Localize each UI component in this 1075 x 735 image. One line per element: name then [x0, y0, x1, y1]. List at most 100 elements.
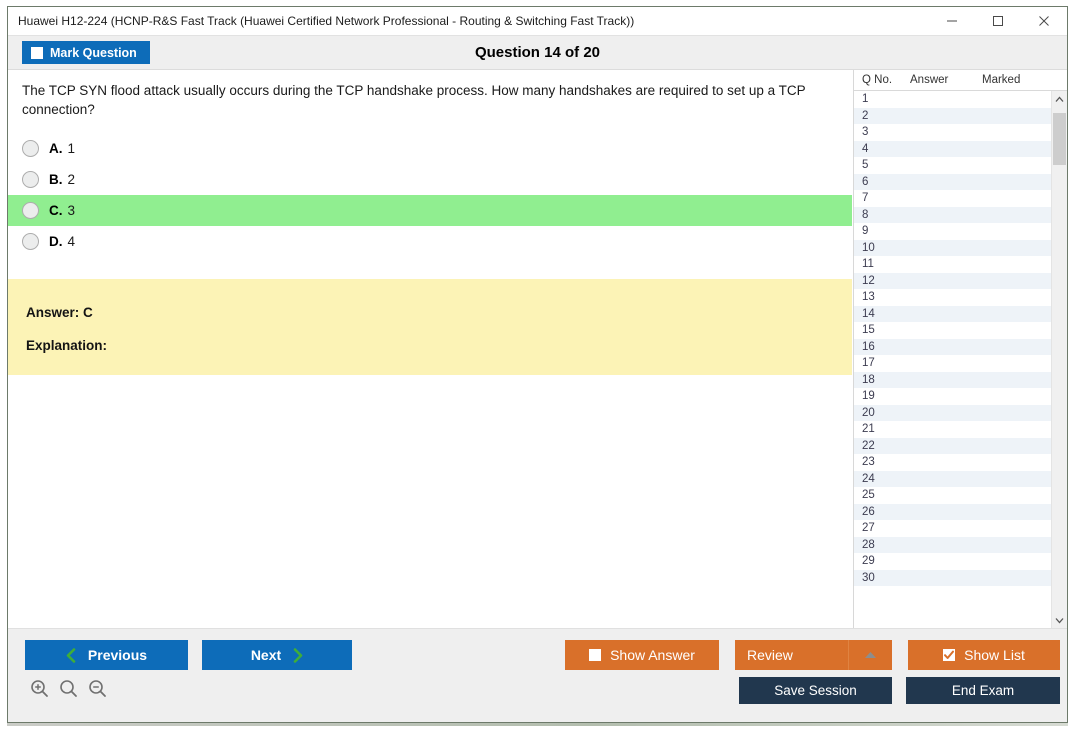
scroll-down-arrow-icon[interactable]: [1052, 612, 1067, 628]
question-list-row[interactable]: 4: [854, 140, 1051, 157]
question-list-row[interactable]: 20: [854, 404, 1051, 421]
question-number-cell: 6: [862, 175, 869, 188]
question-list-row[interactable]: 26: [854, 503, 1051, 520]
option-text-b: 2: [67, 172, 76, 188]
radio-icon-c[interactable]: [22, 202, 39, 220]
question-number-cell: 22: [862, 439, 875, 452]
review-label: Review: [747, 647, 793, 663]
question-number-cell: 13: [862, 291, 875, 304]
question-list-row[interactable]: 19: [854, 388, 1051, 405]
zoom-reset-icon[interactable]: [59, 679, 78, 698]
save-session-button[interactable]: Save Session: [739, 677, 892, 704]
question-list-row[interactable]: 6: [854, 173, 1051, 190]
scrollbar-track[interactable]: [1052, 107, 1067, 612]
question-number-cell: 23: [862, 456, 875, 469]
option-row-c[interactable]: C. 3: [8, 195, 852, 227]
question-list-row[interactable]: 21: [854, 421, 1051, 438]
question-list-row[interactable]: 23: [854, 454, 1051, 471]
question-list-row[interactable]: 27: [854, 520, 1051, 537]
option-text-a: 1: [67, 141, 76, 157]
option-row-a[interactable]: A. 1: [8, 133, 852, 164]
mark-question-checkbox-icon[interactable]: [31, 46, 43, 59]
question-list-row[interactable]: 9: [854, 223, 1051, 240]
question-list-row[interactable]: 22: [854, 437, 1051, 454]
option-letter-d: D.: [49, 234, 63, 250]
question-list-row[interactable]: 14: [854, 305, 1051, 322]
question-list-row[interactable]: 29: [854, 553, 1051, 570]
question-number-cell: 24: [862, 472, 875, 485]
question-number-cell: 28: [862, 538, 875, 551]
window-controls: [929, 7, 1067, 35]
radio-icon-b[interactable]: [22, 171, 39, 189]
radio-icon-a[interactable]: [22, 140, 39, 158]
option-row-b[interactable]: B. 2: [8, 164, 852, 195]
question-list-row[interactable]: 12: [854, 272, 1051, 289]
scrollbar-thumb[interactable]: [1053, 113, 1066, 165]
save-session-label: Save Session: [774, 683, 857, 698]
question-number-cell: 27: [862, 522, 875, 535]
question-list-row[interactable]: 13: [854, 289, 1051, 306]
question-number-cell: 9: [862, 225, 869, 238]
radio-icon-d[interactable]: [22, 233, 39, 251]
window-drop-shadow: [7, 723, 1068, 726]
show-list-checkbox-icon[interactable]: [943, 649, 956, 661]
option-row-d[interactable]: D. 4: [8, 226, 852, 257]
question-list-row[interactable]: 7: [854, 190, 1051, 207]
show-answer-button[interactable]: Show Answer: [565, 640, 719, 670]
question-list-row[interactable]: 30: [854, 569, 1051, 586]
mark-question-button[interactable]: Mark Question: [22, 41, 150, 64]
question-list-row[interactable]: 25: [854, 487, 1051, 504]
question-number-cell: 14: [862, 307, 875, 320]
chevron-right-icon: [293, 647, 303, 663]
question-list-row[interactable]: 17: [854, 355, 1051, 372]
show-list-button[interactable]: Show List: [908, 640, 1060, 670]
footer-toolbar: Previous Next Show Answer Review Show Li…: [8, 628, 1067, 722]
column-header-qno: Q No.: [862, 74, 893, 86]
question-list-row[interactable]: 15: [854, 322, 1051, 339]
question-list-row[interactable]: 1: [854, 91, 1051, 108]
question-list-row[interactable]: 28: [854, 536, 1051, 553]
question-list-row[interactable]: 16: [854, 338, 1051, 355]
scroll-up-arrow-icon[interactable]: [1052, 91, 1067, 107]
show-list-label: Show List: [964, 647, 1025, 663]
end-exam-button[interactable]: End Exam: [906, 677, 1060, 704]
question-number-cell: 12: [862, 274, 875, 287]
question-list-row[interactable]: 11: [854, 256, 1051, 273]
question-list-row[interactable]: 8: [854, 206, 1051, 223]
review-dropdown-button[interactable]: Review: [735, 640, 892, 670]
answer-explanation-panel: Answer: C Explanation:: [8, 279, 852, 376]
question-number-cell: 1: [862, 93, 869, 106]
option-letter-c: C.: [49, 203, 63, 219]
chevron-up-icon[interactable]: [848, 640, 892, 670]
question-list-row[interactable]: 10: [854, 239, 1051, 256]
question-list-rows: 1 2 3 4 5 6 7 8 9 10 11 12 13 14 15 16 17 18 19 20 21 22 23 24 2…: [854, 91, 1051, 628]
question-number-cell: 20: [862, 406, 875, 419]
question-number-cell: 11: [862, 258, 874, 271]
show-answer-checkbox-icon[interactable]: [589, 649, 602, 661]
question-list-row[interactable]: 5: [854, 157, 1051, 174]
window-title: Huawei H12-224 (HCNP-R&S Fast Track (Hua…: [18, 14, 635, 28]
option-text-d: 4: [67, 234, 76, 250]
question-list-row[interactable]: 18: [854, 371, 1051, 388]
close-icon[interactable]: [1021, 7, 1067, 35]
previous-button[interactable]: Previous: [25, 640, 188, 670]
maximize-icon[interactable]: [975, 7, 1021, 35]
previous-label: Previous: [87, 647, 148, 663]
question-list-row[interactable]: 24: [854, 470, 1051, 487]
zoom-controls: [30, 679, 107, 698]
zoom-in-icon[interactable]: [30, 679, 49, 698]
question-counter: Question 14 of 20: [474, 44, 601, 61]
column-header-marked: Marked: [982, 74, 1021, 86]
minimize-icon[interactable]: [929, 7, 975, 35]
question-list-body: 1 2 3 4 5 6 7 8 9 10 11 12 13 14 15 16 17 18 19 20 21 22 23 24 2…: [854, 91, 1067, 628]
question-list-scrollbar[interactable]: [1051, 91, 1067, 628]
explanation-label: Explanation:: [26, 338, 108, 354]
application-window: Huawei H12-224 (HCNP-R&S Fast Track (Hua…: [7, 6, 1068, 723]
question-number-cell: 17: [862, 357, 875, 370]
chevron-left-icon: [66, 647, 76, 663]
zoom-out-icon[interactable]: [88, 679, 107, 698]
question-list-row[interactable]: 3: [854, 124, 1051, 141]
question-list-row[interactable]: 2: [854, 107, 1051, 124]
next-button[interactable]: Next: [202, 640, 352, 670]
question-number-cell: 7: [862, 192, 869, 205]
